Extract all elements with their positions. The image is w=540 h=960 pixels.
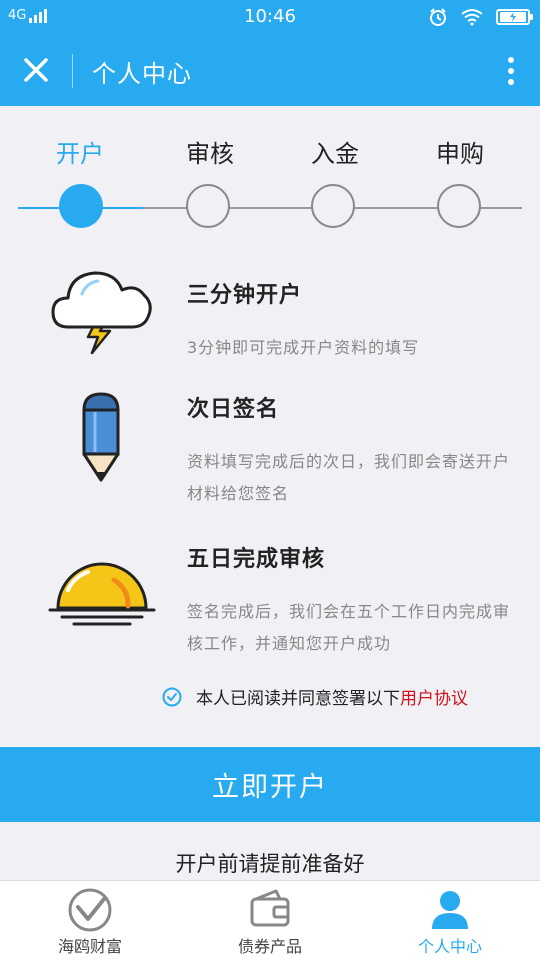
wallet-icon	[250, 889, 290, 927]
feature-title: 五日完成审核	[187, 547, 326, 572]
tab-bond-products[interactable]: 债券产品	[180, 881, 360, 960]
step-label-open-account: 开户	[56, 140, 104, 168]
prepare-heading: 开户前请提前准备好	[175, 852, 365, 876]
more-icon[interactable]	[506, 56, 516, 86]
wifi-icon	[461, 9, 483, 26]
step-node-subscribe	[437, 184, 481, 228]
feature-title: 次日签名	[187, 397, 280, 422]
step-label-deposit: 入金	[311, 140, 359, 168]
step-label-review: 审核	[186, 140, 234, 168]
user-icon	[432, 891, 468, 929]
step-label-subscribe: 申购	[436, 140, 484, 168]
checkbox-checked-icon[interactable]	[162, 687, 182, 707]
tab-label: 个人中心	[417, 937, 482, 956]
sun-icon	[48, 562, 156, 626]
status-bar: 4G 10:46	[0, 0, 540, 34]
pencil-icon	[82, 392, 120, 482]
tab-personal-center[interactable]: 个人中心	[360, 881, 540, 960]
step-node-deposit	[311, 184, 355, 228]
user-agreement-link[interactable]: 用户协议	[400, 684, 468, 709]
feature-desc: 3分钟即可完成开户资料的填写	[187, 338, 420, 357]
tab-label: 债券产品	[237, 937, 302, 956]
tab-home[interactable]: 海鸥财富	[0, 881, 180, 960]
tab-bar: 海鸥财富 债券产品 个人中心	[0, 880, 540, 960]
feature-desc: 资料填写完成后的次日，我们即会寄送开户材料给您签名	[187, 452, 511, 503]
feature-desc: 签名完成后，我们会在五个工作日内完成审核工作，并通知您开户成功	[187, 602, 511, 653]
alarm-icon	[430, 8, 446, 26]
agreement-text: 本人已阅读并同意签署以下	[196, 689, 400, 709]
nav-divider	[72, 54, 73, 88]
feature-title: 三分钟开户	[187, 283, 303, 308]
open-account-button[interactable]: 立即开户	[0, 747, 540, 822]
agreement-row: 本人已阅读并同意签署以下 用户协议	[162, 684, 468, 709]
nav-bar: 个人中心	[0, 34, 540, 106]
step-node-review	[186, 184, 230, 228]
tab-label: 海鸥财富	[57, 937, 122, 956]
close-icon[interactable]	[18, 52, 54, 88]
cloud-lightning-icon	[51, 271, 152, 355]
seagull-logo-icon	[68, 888, 112, 932]
page-title: 个人中心	[92, 60, 192, 88]
battery-icon	[496, 9, 533, 25]
step-node-open-account	[59, 184, 103, 228]
